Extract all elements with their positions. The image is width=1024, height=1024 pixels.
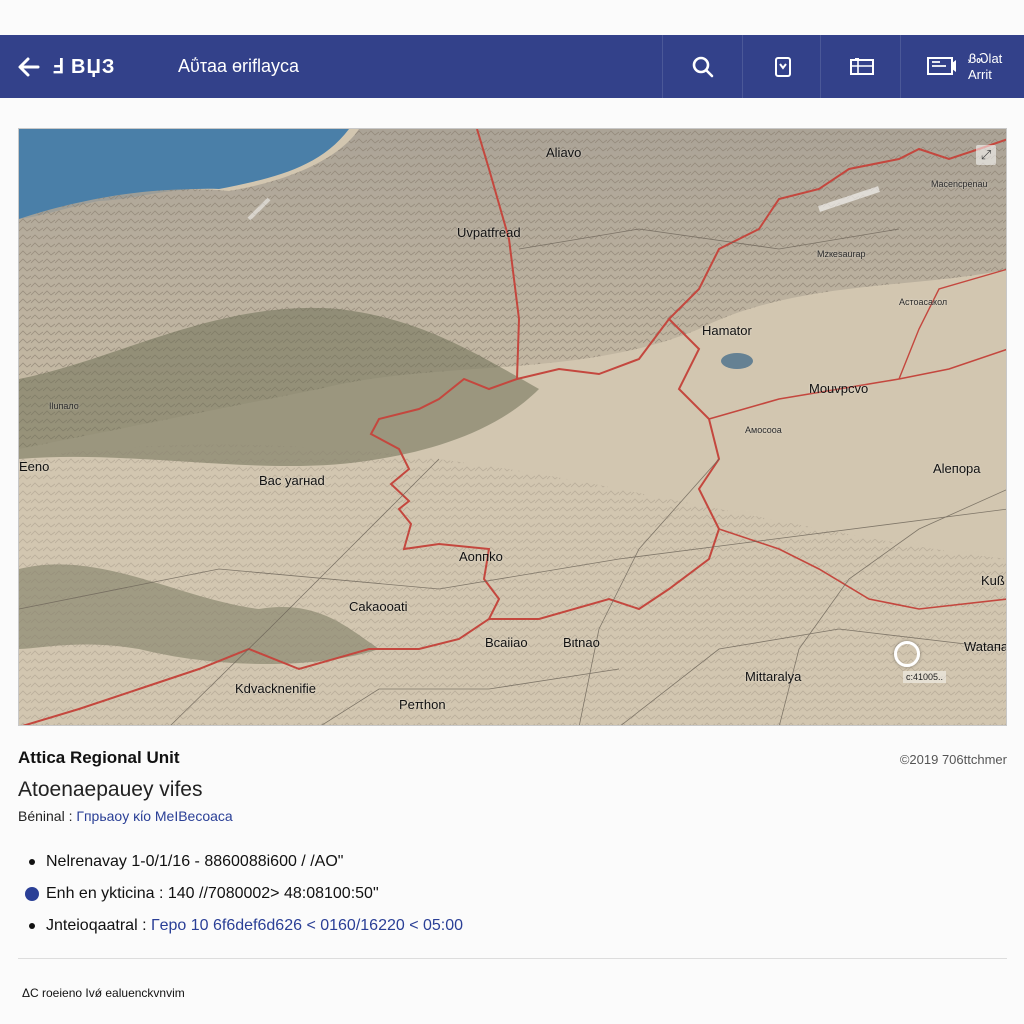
coordinate-label: Nelrenavay (46, 853, 127, 870)
map-label-minor[interactable]: Мaсenсpenau (931, 179, 988, 189)
bookmark-button[interactable] (768, 35, 798, 98)
bullet-icon (24, 859, 40, 865)
coordinate-row: Nelrenavay 1-0/1/16 - 8860088i600 / /AO" (24, 850, 343, 874)
map-label[interactable]: Eeno (19, 459, 49, 474)
account-line-1: ᏰᏍlat (968, 50, 1003, 66)
map-label[interactable]: Hamator (702, 323, 752, 338)
coordinate-label: Enh en ykticina : (46, 885, 164, 902)
breadcrumb: Béninal : Гпрьaoy κίο MeIBecoaca (18, 808, 233, 824)
search-icon (692, 56, 714, 77)
coordinate-row: Jnteioqaatral : Гepo 10 6f6def6d626 < 01… (24, 914, 463, 938)
map-label[interactable]: Cakaooati (349, 599, 408, 614)
coordinate-label: Jnteioqaatral : (46, 917, 147, 934)
map-label[interactable]: Aonпko (459, 549, 503, 564)
coordinate-row: Enh en ykticina : 140 //7080002> 48:0810… (24, 882, 379, 906)
map-label-minor[interactable]: Аcтоaсакол (899, 297, 947, 307)
map-label[interactable]: Bcaiiao (485, 635, 528, 650)
coordinate-value[interactable]: 140 //7080002> 48:08100:50" (168, 885, 379, 903)
map-fullscreen-button[interactable]: ⤢ (976, 145, 996, 165)
map-label[interactable]: Aleпopa (933, 461, 981, 476)
location-pin-icon (24, 887, 40, 901)
page-title: Aΰτaa ɵriflayca (178, 56, 300, 76)
search-button[interactable] (688, 35, 718, 98)
breadcrumb-label: Béninal : (18, 808, 73, 824)
map-icon (850, 57, 874, 75)
copyright-text: ©2019 706ttchmer (899, 752, 1007, 767)
map-label[interactable]: Bac yarнad (259, 473, 325, 488)
footer-text: ΔC roeieno Ivǿ ealuenckvnvim (22, 986, 185, 1000)
map-view[interactable]: Aliavo Uvpatfread Hamator Mouvpcvo Aleпo… (18, 128, 1007, 726)
account-line-2: Arrit (968, 66, 992, 82)
map-label-minor[interactable]: Iluпaло (49, 401, 79, 411)
app-logo[interactable]: Ⅎ BЏЗ (52, 35, 115, 98)
coordinate-value[interactable]: Гepo 10 6f6def6d626 < 0160/16220 < 05:00 (151, 917, 463, 935)
map-label-minor[interactable]: Aмоcooa (745, 425, 782, 435)
top-app-bar: Ⅎ BЏЗ Aΰτaa ɵriflayca ᏰᏍlat Arrit (0, 35, 1024, 98)
region-name: Attica Regional Unit (18, 748, 180, 767)
map-layers-button[interactable] (846, 35, 878, 98)
bookmark-icon (775, 56, 791, 77)
map-label[interactable]: Mittaralya (745, 669, 801, 684)
screen-button[interactable] (924, 35, 960, 98)
toolbar-divider (820, 35, 821, 98)
footer-divider (18, 958, 1007, 959)
map-label[interactable]: Kdvacknenifie (235, 681, 316, 696)
map-label[interactable]: Bιtnao (563, 635, 600, 650)
toolbar-divider (900, 35, 901, 98)
bullet-icon (24, 923, 40, 929)
map-label[interactable]: Mouvpcvo (809, 381, 868, 396)
map-label[interactable]: Kuß (981, 573, 1005, 588)
account-menu[interactable]: ᏰᏍlat Arrit (968, 35, 1002, 98)
coordinate-value[interactable]: 1-0/1/16 - 8860088i600 / /AO" (131, 853, 343, 871)
map-label[interactable]: Uvpatfread (457, 225, 521, 240)
place-subtitle: Atoenaepauey vifes (18, 778, 203, 801)
expand-icon: ⤢ (980, 147, 992, 162)
map-label[interactable]: Aliavo (546, 145, 581, 160)
toolbar-divider (662, 35, 663, 98)
arrow-left-icon (18, 57, 40, 76)
locate-me-button[interactable] (894, 641, 920, 667)
breadcrumb-link[interactable]: Гпрьaoy κίο MeIBecoaca (76, 808, 232, 824)
screen-icon (927, 56, 956, 75)
map-label[interactable]: Peπhon (399, 697, 446, 712)
map-label[interactable]: Wataпa (964, 639, 1006, 654)
toolbar-divider (742, 35, 743, 98)
map-label-minor[interactable]: Mzкesaurap (817, 249, 865, 259)
map-scale: c:41005.. (902, 671, 946, 683)
back-button[interactable] (16, 35, 46, 98)
